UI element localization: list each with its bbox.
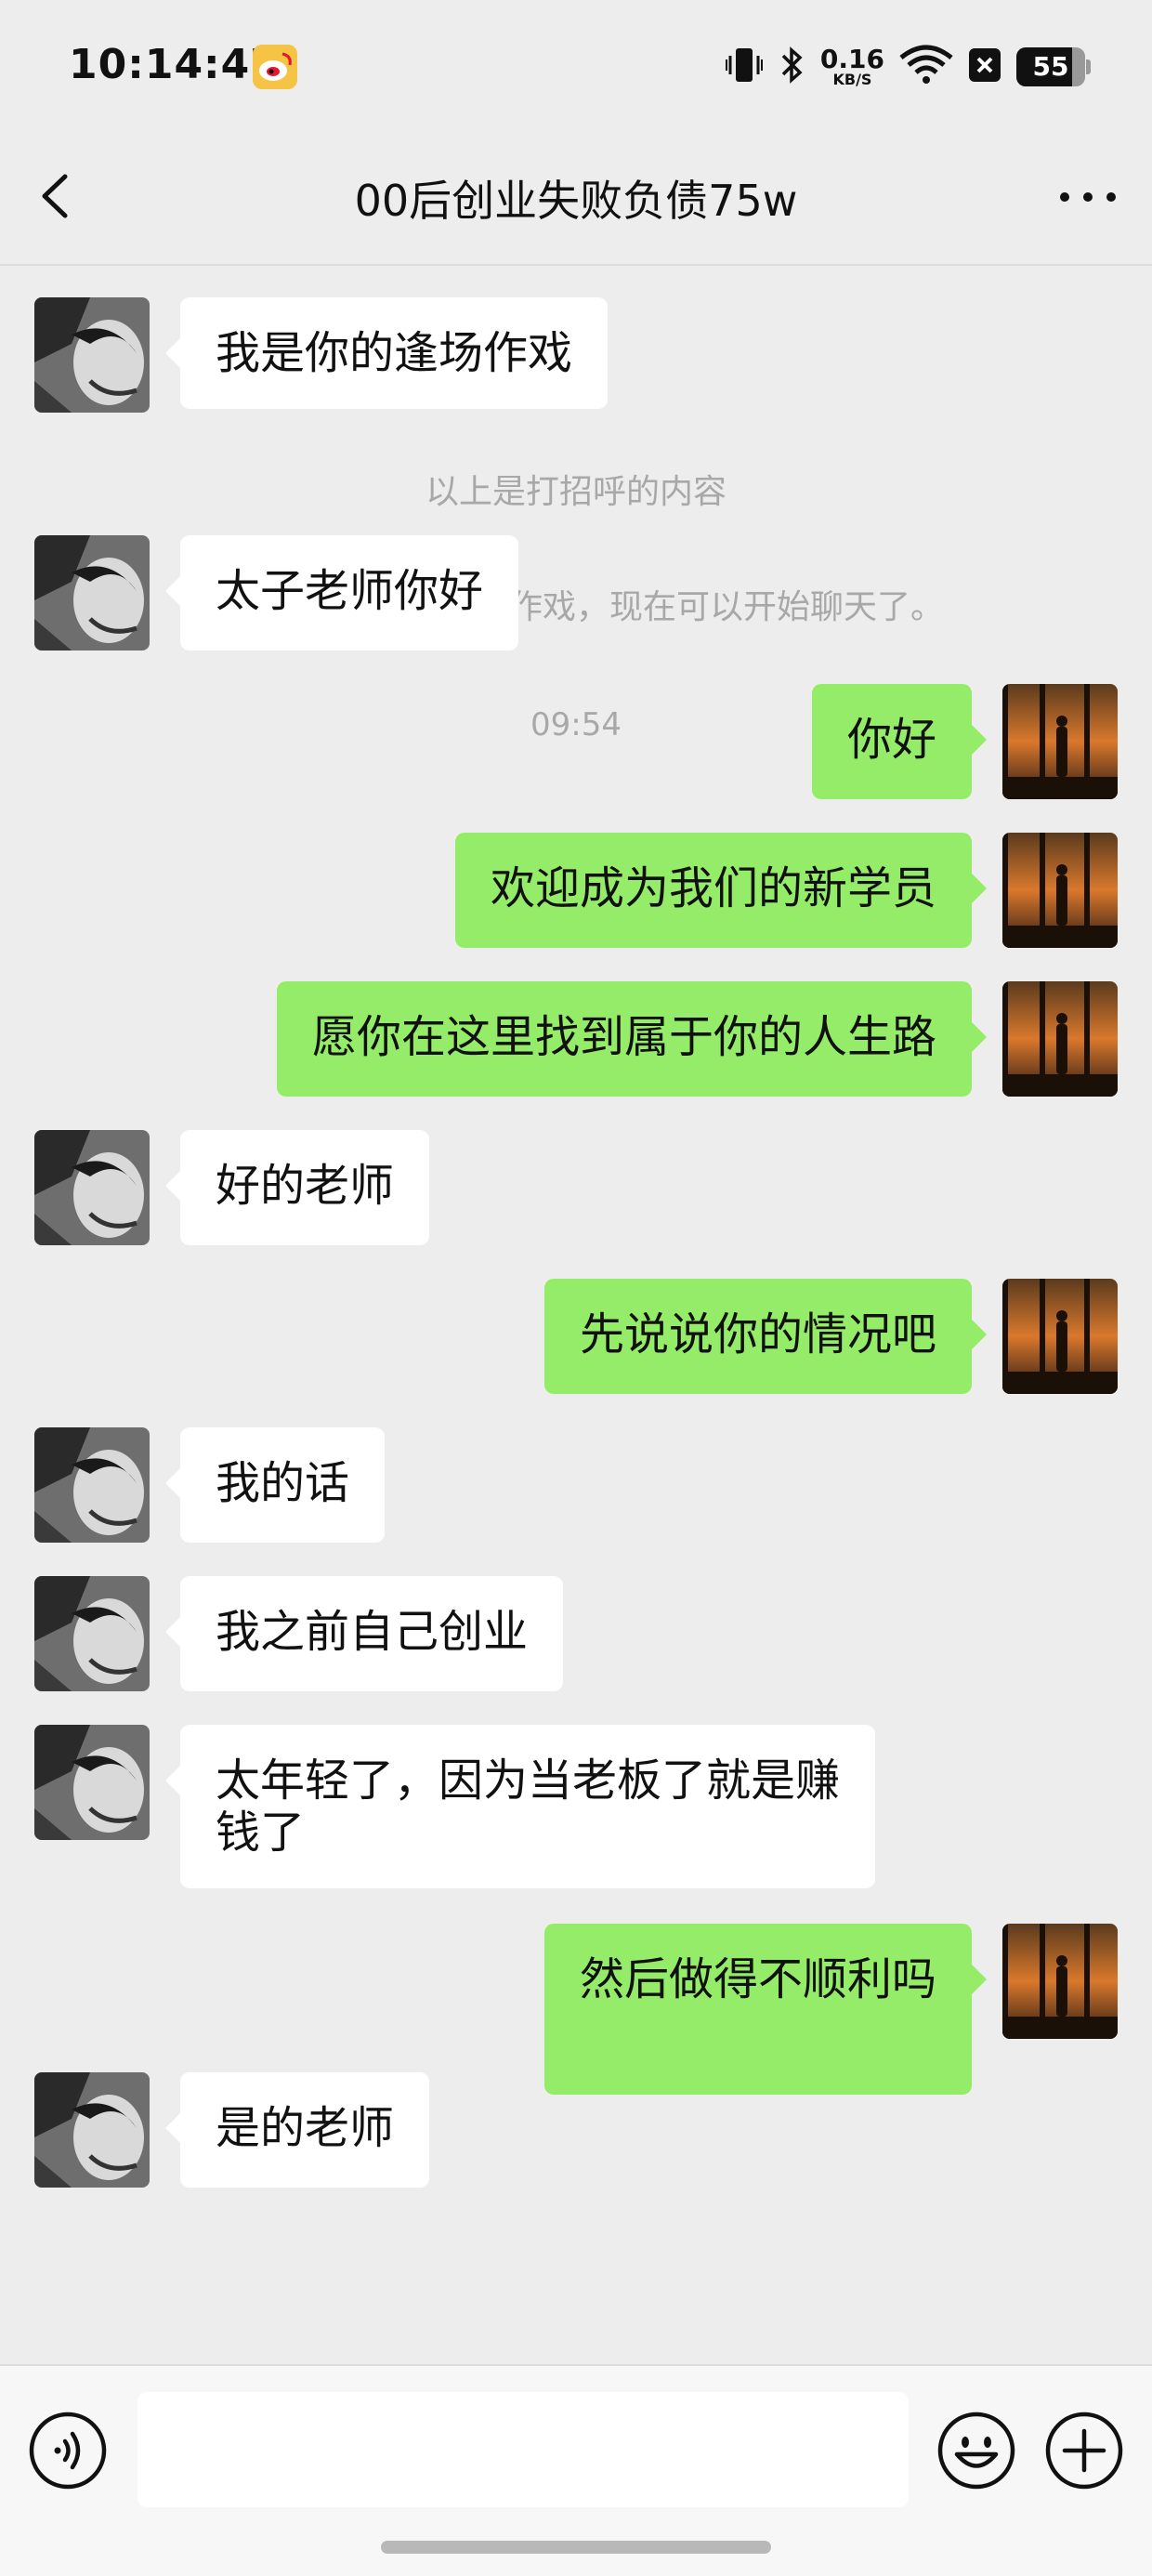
message-bubble-outgoing[interactable]: 你好	[811, 684, 988, 799]
plus-icon	[1045, 2412, 1123, 2490]
my-avatar[interactable]	[1002, 1279, 1118, 1394]
bluetooth-icon	[778, 45, 805, 89]
wifi-icon	[899, 45, 953, 89]
my-avatar[interactable]	[1002, 981, 1118, 1097]
status-time: 10:14:47	[69, 41, 280, 88]
home-indicator[interactable]	[381, 2541, 771, 2554]
message-bubble-incoming[interactable]: 我是你的逢场作戏	[164, 297, 609, 409]
net-speed-unit: KB/S	[832, 71, 872, 88]
net-speed: 0.16 KB/S	[820, 46, 884, 87]
message-bubble-incoming[interactable]: 是的老师	[164, 2072, 430, 2188]
message-bubble-outgoing[interactable]: 愿你在这里找到属于你的人生路	[276, 981, 988, 1097]
battery-indicator: 55	[1016, 47, 1091, 86]
contact-avatar[interactable]	[34, 1576, 150, 1691]
vibrate-icon	[725, 45, 763, 89]
message-bubble-incoming[interactable]: 太年轻了，因为当老板了就是赚 钱了	[164, 1725, 876, 1888]
message-bubble-incoming[interactable]: 我的话	[164, 1427, 386, 1543]
battery-level: 55	[1032, 51, 1069, 82]
message-bubble-incoming[interactable]: 太子老师你好	[164, 535, 519, 651]
message-bubble-outgoing[interactable]: 欢迎成为我们的新学员	[454, 833, 988, 948]
message-text-input[interactable]	[137, 2392, 909, 2507]
status-bar: 10:14:47 0.16 KB/S 55	[0, 0, 1152, 130]
net-speed-value: 0.16	[819, 44, 884, 74]
close-box-icon	[968, 45, 1001, 89]
chat-header: 00后创业失败负债75w	[0, 130, 1152, 266]
my-avatar[interactable]	[1002, 684, 1118, 799]
contact-avatar[interactable]	[34, 1130, 150, 1245]
chat-message-list[interactable]: 我是你的逢场作戏 以上是打招呼的内容 你已添加了你的逢场作戏，现在可以开始聊天了…	[0, 268, 1152, 2364]
contact-avatar[interactable]	[34, 1427, 150, 1543]
weibo-icon	[253, 45, 297, 89]
voice-button[interactable]	[28, 2411, 108, 2491]
message-bubble-outgoing[interactable]: 先说说你的情况吧	[543, 1279, 988, 1394]
system-greeting-note: 以上是打招呼的内容	[425, 473, 727, 511]
voice-icon	[29, 2412, 107, 2490]
contact-avatar[interactable]	[34, 297, 150, 413]
more-dots-icon	[1060, 192, 1116, 202]
message-bubble-outgoing[interactable]: 然后做得不顺利吗	[543, 1924, 988, 2095]
chevron-left-icon	[42, 174, 68, 218]
status-icons: 0.16 KB/S 55	[725, 39, 1091, 95]
emoji-icon	[937, 2412, 1015, 2490]
contact-avatar[interactable]	[34, 535, 150, 651]
my-avatar[interactable]	[1002, 1924, 1118, 2039]
message-bubble-incoming[interactable]: 我之前自己创业	[164, 1576, 564, 1691]
message-bubble-incoming[interactable]: 好的老师	[164, 1130, 430, 1245]
contact-avatar[interactable]	[34, 1725, 150, 1840]
chat-title: 00后创业失败负债75w	[354, 176, 798, 226]
contact-avatar[interactable]	[34, 2072, 150, 2188]
plus-button[interactable]	[1044, 2411, 1124, 2491]
emoji-button[interactable]	[936, 2411, 1016, 2491]
my-avatar[interactable]	[1002, 833, 1118, 948]
more-button[interactable]	[1055, 178, 1120, 216]
back-button[interactable]	[32, 164, 87, 229]
